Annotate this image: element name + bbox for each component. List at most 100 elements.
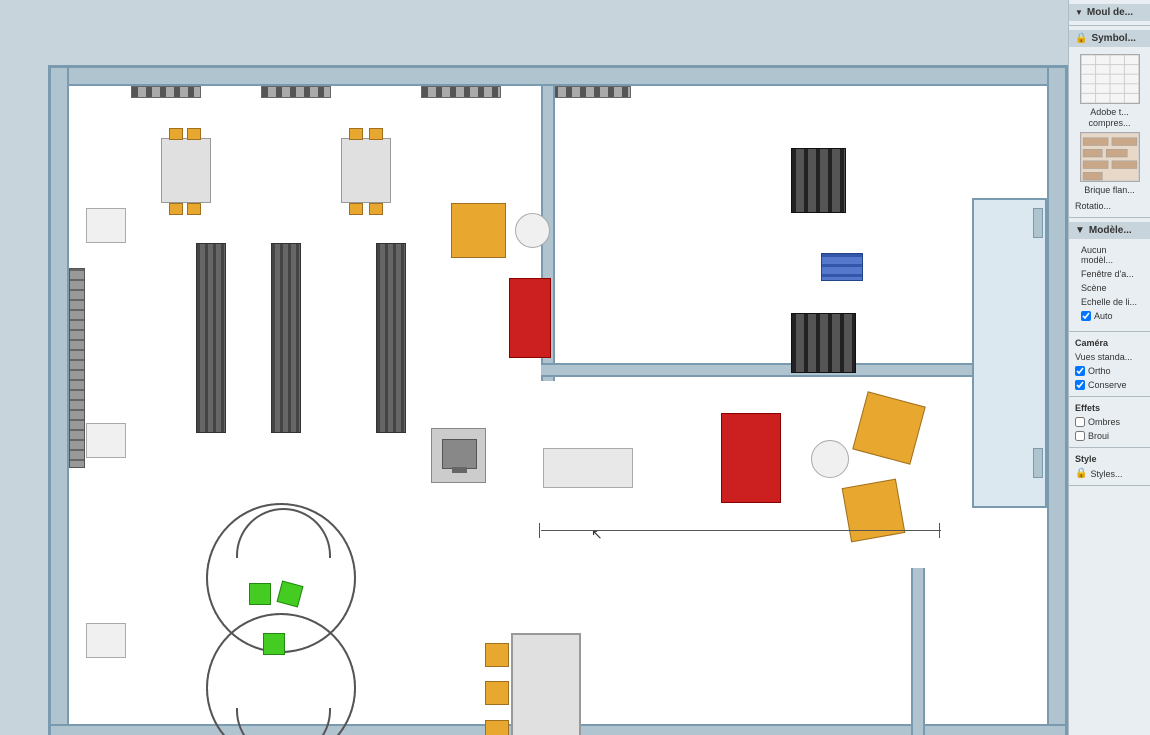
- chair-2b: [369, 128, 383, 140]
- inner-wall-h: [541, 363, 1031, 377]
- styles-item[interactable]: 🔒 Styles...: [1069, 466, 1150, 481]
- modele-arrow: ▼: [1075, 225, 1085, 236]
- camera-header: Caméra: [1069, 336, 1150, 350]
- chair-2c: [349, 203, 363, 215]
- right-sidebar: ▼ Moul de... 🔒 Symbol...: [1068, 0, 1150, 735]
- wall-left: [51, 68, 69, 735]
- symbol-box-brick[interactable]: [1080, 132, 1140, 182]
- armchair-3: [842, 479, 906, 543]
- unit-left-3: [86, 623, 126, 658]
- red-sofa-2: [721, 413, 781, 503]
- shelf-mid-3: [376, 243, 406, 433]
- modele-content: Aucun modèl... Fenêtre d'a... Scène Eche…: [1069, 239, 1150, 327]
- modele-header[interactable]: ▼ Modèle...: [1069, 222, 1150, 239]
- ortho-checkbox[interactable]: [1075, 366, 1085, 376]
- measurement-line: [541, 530, 941, 531]
- mould-label: Moul de...: [1087, 7, 1133, 18]
- mould-header[interactable]: ▼ Moul de...: [1069, 4, 1150, 21]
- auto-item[interactable]: Auto: [1075, 309, 1144, 323]
- chair-1a: [169, 128, 183, 140]
- armchair-1: [451, 203, 506, 258]
- round-table-1: [515, 213, 550, 248]
- conserve-item[interactable]: Conserve: [1069, 378, 1150, 392]
- green-chair-3: [263, 633, 285, 655]
- brick-tile-preview: [1081, 133, 1139, 181]
- scale-item: Echelle de li...: [1075, 295, 1144, 309]
- counter-chair-1: [485, 643, 509, 667]
- table-2: [341, 138, 391, 203]
- armchair-2: [852, 391, 925, 464]
- shelf-mid-1: [196, 243, 226, 433]
- chair-1c: [169, 203, 183, 215]
- vent-3: [421, 86, 501, 98]
- round-table-2: [811, 440, 849, 478]
- table-1: [161, 138, 211, 203]
- ombres-item[interactable]: Ombres: [1069, 415, 1150, 429]
- effets-section: Effets Ombres Broui: [1069, 397, 1150, 448]
- unit-left-1: [86, 208, 126, 243]
- vues-std-item: Vues standa...: [1069, 350, 1150, 364]
- adobe-label: Adobe t... compres...: [1075, 107, 1144, 129]
- shelf-mid-2: [271, 243, 301, 433]
- unit-left-2: [86, 423, 126, 458]
- brick-label: Brique flan...: [1075, 185, 1144, 196]
- chair-2d: [369, 203, 383, 215]
- desk-computer: [431, 428, 486, 483]
- camera-section: Caméra Vues standa... Ortho Conserve: [1069, 332, 1150, 397]
- adobe-tile-preview: [1081, 55, 1139, 103]
- corridor-wall: [911, 568, 925, 735]
- ortho-item[interactable]: Ortho: [1069, 364, 1150, 378]
- broui-item[interactable]: Broui: [1069, 429, 1150, 443]
- floorplan-canvas: ↖: [48, 65, 1068, 735]
- counter-chair-2: [485, 681, 509, 705]
- chair-1d: [187, 203, 201, 215]
- mould-section: ▼ Moul de...: [1069, 0, 1150, 26]
- conserve-checkbox[interactable]: [1075, 380, 1085, 390]
- seat-arc-bottom: [236, 708, 331, 735]
- ombres-checkbox[interactable]: [1075, 417, 1085, 427]
- styles-label: Styles...: [1090, 469, 1122, 479]
- blue-item: [821, 253, 863, 281]
- auto-label: Auto: [1094, 311, 1113, 321]
- vent-1: [131, 86, 201, 98]
- dark-rack-2: [791, 313, 856, 373]
- green-chair-1: [249, 583, 271, 605]
- wall-top: [51, 68, 1065, 86]
- auto-checkbox[interactable]: [1081, 311, 1091, 321]
- table-rect-lower: [543, 448, 633, 488]
- line-left-end: [539, 523, 540, 538]
- side-room-detail-1: [1033, 208, 1043, 238]
- no-model-item: Aucun modèl...: [1075, 243, 1144, 267]
- ortho-label: Ortho: [1088, 366, 1111, 376]
- red-sofa-1: [509, 278, 551, 358]
- vent-2: [261, 86, 331, 98]
- chair-1b: [187, 128, 201, 140]
- style-header: Style: [1069, 452, 1150, 466]
- counter-chair-3: [485, 720, 509, 735]
- vent-4: [551, 86, 631, 98]
- symbol-items: Adobe t... compres... Brique flan...: [1069, 47, 1150, 199]
- broui-checkbox[interactable]: [1075, 431, 1085, 441]
- modele-section: ▼ Modèle... Aucun modèl... Fenêtre d'a..…: [1069, 218, 1150, 332]
- lock-icon: 🔒: [1075, 33, 1087, 44]
- ombres-label: Ombres: [1088, 417, 1120, 427]
- cursor: ↖: [591, 526, 601, 536]
- rotation-label: Rotatio...: [1069, 199, 1150, 213]
- symbol-label: Symbol...: [1091, 33, 1135, 44]
- symbol-header[interactable]: 🔒 Symbol...: [1069, 30, 1150, 47]
- styles-lock-icon: 🔒: [1075, 468, 1087, 479]
- main-container: ↖ ▼ Moul de... 🔒 Symbol...: [0, 0, 1150, 735]
- mould-arrow: ▼: [1075, 8, 1083, 17]
- floorplan-area[interactable]: ↖: [0, 0, 1068, 735]
- chair-2a: [349, 128, 363, 140]
- modele-label: Modèle...: [1089, 225, 1132, 236]
- side-room-detail-2: [1033, 448, 1043, 478]
- window-item: Fenêtre d'a...: [1075, 267, 1144, 281]
- symbol-section: 🔒 Symbol...: [1069, 26, 1150, 218]
- broui-label: Broui: [1088, 431, 1109, 441]
- symbol-box-adobe[interactable]: [1080, 54, 1140, 104]
- style-section: Style 🔒 Styles...: [1069, 448, 1150, 486]
- left-shelf-1: [69, 268, 85, 468]
- dark-rack-1: [791, 148, 846, 213]
- wall-right: [1047, 68, 1065, 735]
